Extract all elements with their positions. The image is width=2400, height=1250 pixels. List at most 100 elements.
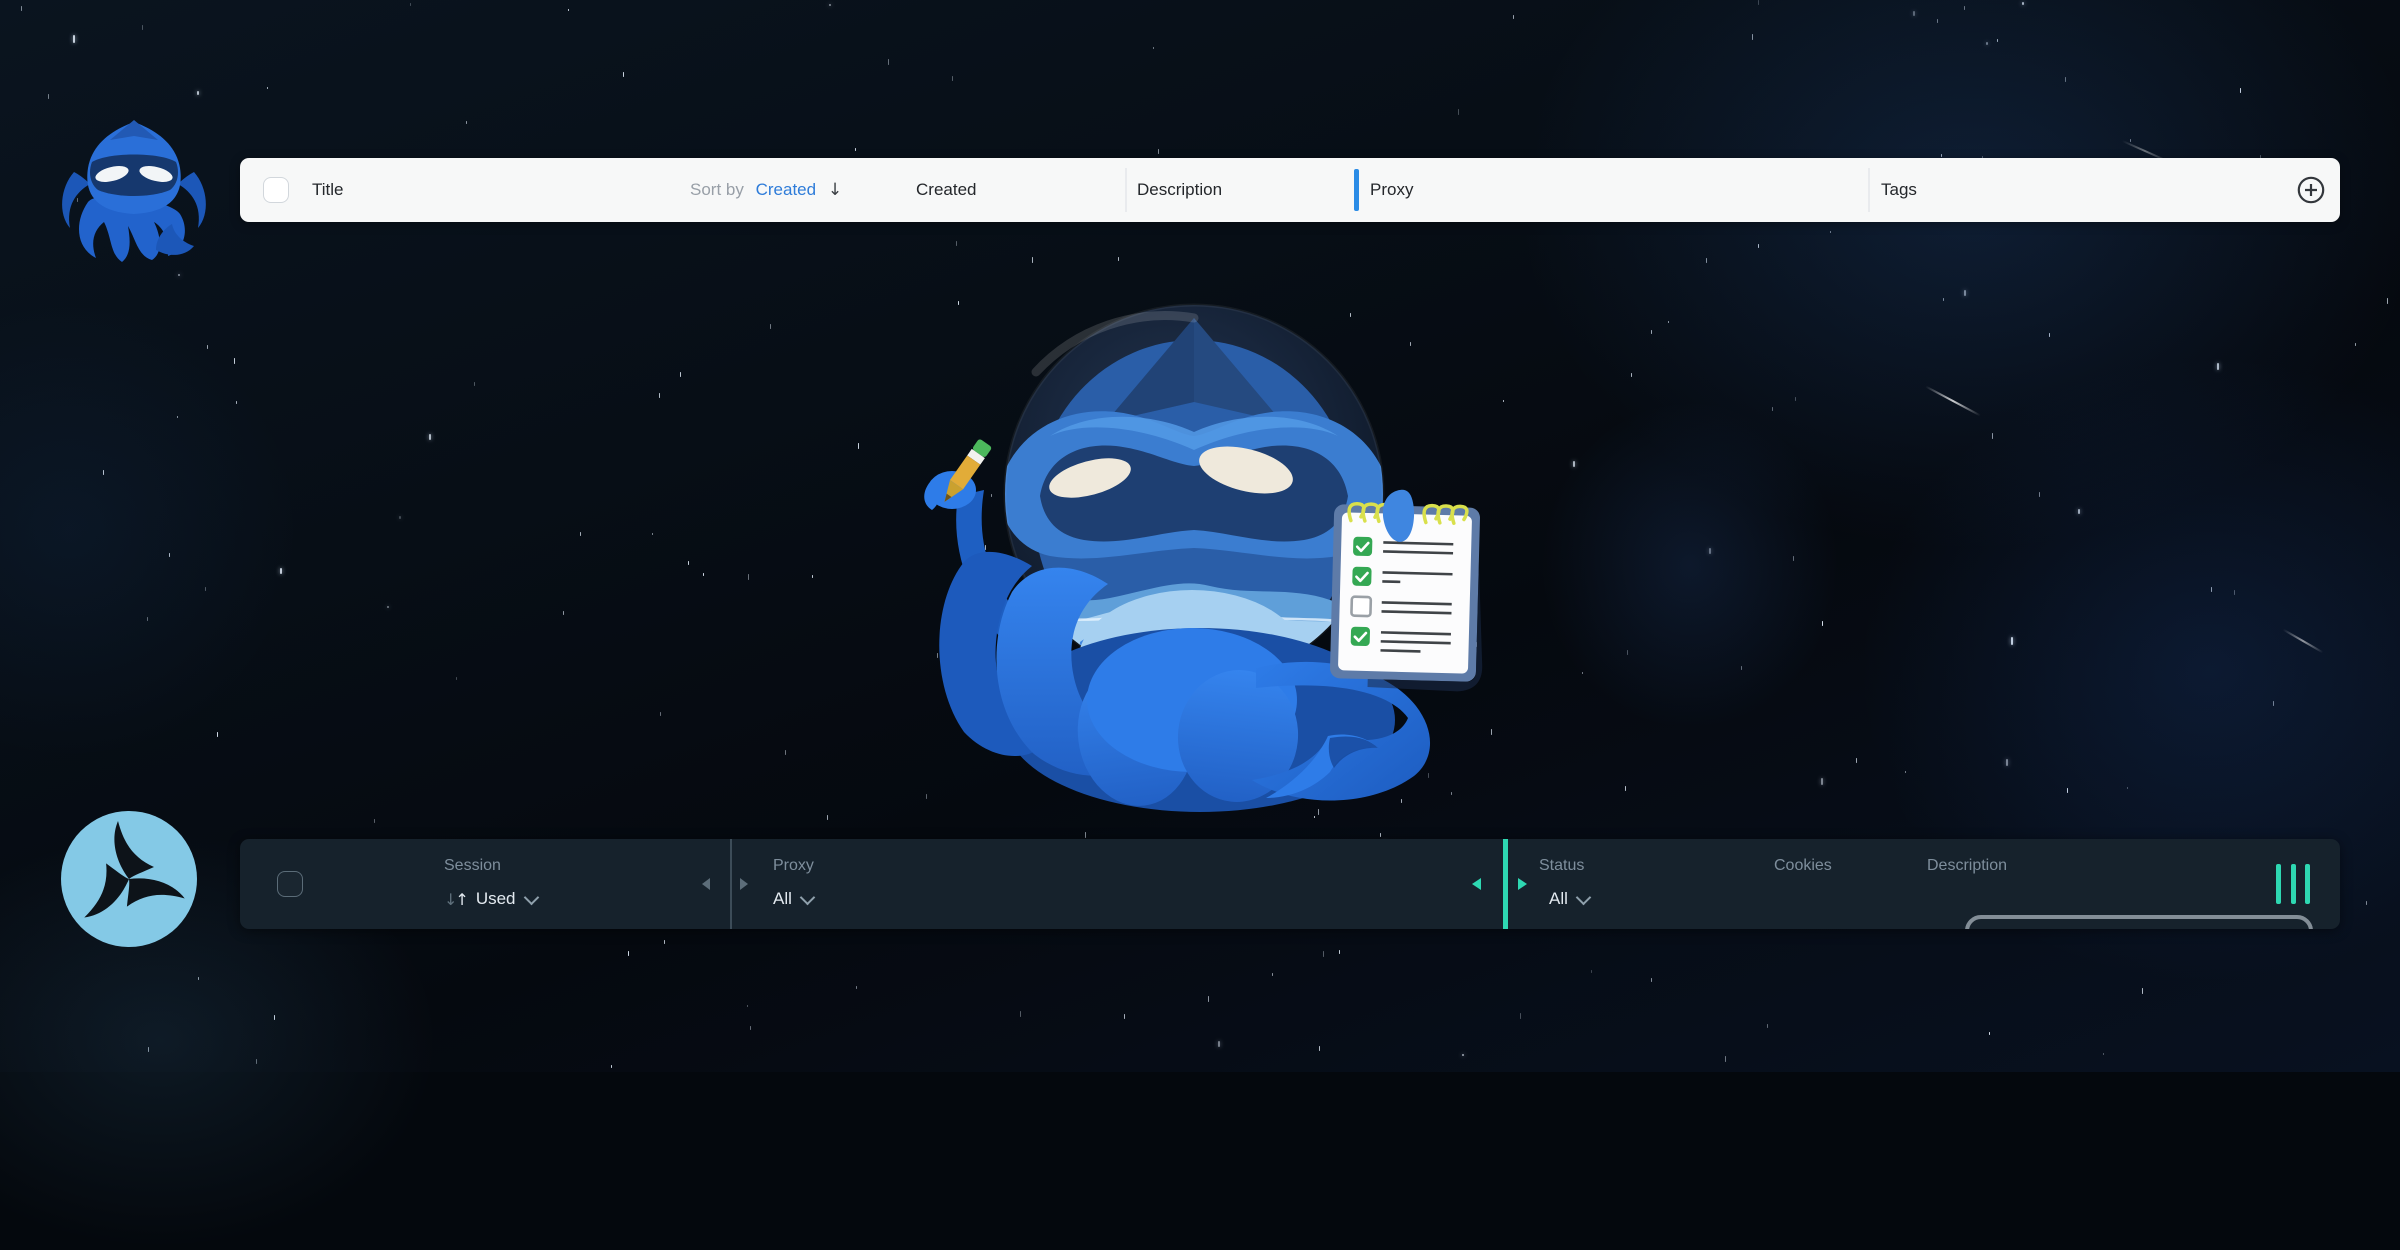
star: [750, 1026, 751, 1030]
star: [410, 3, 411, 6]
star: [1627, 650, 1628, 655]
star: [827, 815, 828, 820]
star: [2273, 701, 2274, 706]
star: [147, 617, 148, 621]
star: [1513, 15, 1514, 19]
star: [177, 416, 178, 418]
clipboard: [1329, 488, 1486, 692]
column-resize-handle[interactable]: [730, 839, 732, 929]
star: [1964, 290, 1966, 296]
session-filter-bar: Session ↓↑ Used Proxy All Status All Coo…: [240, 839, 2340, 929]
star: [628, 951, 629, 956]
column-header-title[interactable]: Title: [312, 158, 344, 222]
proxy-filter-dropdown[interactable]: All: [773, 889, 792, 909]
star: [48, 94, 49, 99]
star: [2078, 509, 2080, 514]
star: [747, 1005, 748, 1007]
sort-ascending-icon: ↑: [455, 890, 466, 909]
star: [568, 9, 569, 11]
star: [234, 358, 235, 364]
star: [659, 393, 660, 398]
star: [611, 1065, 612, 1068]
column-header-proxy[interactable]: Proxy: [1370, 158, 1413, 222]
select-all-checkbox[interactable]: [263, 177, 289, 203]
column-settings-button[interactable]: [2276, 864, 2310, 904]
proxy-column-label: Proxy: [773, 857, 814, 875]
star: [236, 401, 237, 404]
star: [1323, 951, 1324, 957]
column-insert-indicator: [1354, 169, 1359, 211]
star: [770, 324, 771, 329]
star: [688, 561, 689, 565]
star: [1772, 407, 1773, 411]
sort-by-label: Sort by: [690, 180, 744, 199]
star: [2355, 343, 2356, 346]
star: [1380, 833, 1381, 837]
star: [1795, 397, 1796, 401]
star: [1625, 786, 1626, 791]
star: [274, 1015, 275, 1020]
sort-toggle[interactable]: ↓↑: [444, 890, 467, 909]
star: [2049, 333, 2050, 337]
star: [429, 434, 431, 440]
resize-arrow-right-icon: [740, 878, 748, 890]
add-column-button[interactable]: [2297, 176, 2325, 204]
cookies-column-label: Cookies: [1774, 857, 1832, 875]
star: [2234, 590, 2235, 595]
star: [1319, 1046, 1320, 1051]
star: [703, 573, 704, 576]
select-checkbox[interactable]: [277, 871, 303, 897]
column-header-created[interactable]: Created: [916, 158, 976, 222]
star: [1758, 0, 1759, 5]
star: [198, 977, 199, 980]
star: [652, 533, 653, 535]
chevron-down-icon: [800, 889, 816, 905]
star: [1573, 461, 1575, 467]
sort-field-value[interactable]: Created: [756, 180, 816, 199]
star: [2127, 787, 2128, 789]
star: [858, 443, 859, 449]
star: [1651, 330, 1652, 334]
star: [374, 819, 375, 823]
sort-by-control[interactable]: Sort by Created ↓: [690, 158, 842, 222]
star: [1591, 970, 1592, 973]
resize-arrow-left-icon: [1472, 878, 1481, 890]
star: [1821, 778, 1823, 785]
octo-browser-background-screen: { "header": { "select_all_checked": fals…: [0, 0, 2400, 1072]
session-filter-dropdown[interactable]: Used: [476, 889, 516, 909]
resize-arrow-left-icon: [702, 878, 710, 890]
star: [1668, 321, 1669, 323]
star: [1941, 154, 1942, 157]
star: [1856, 758, 1857, 763]
star: [474, 382, 475, 386]
star: [785, 750, 786, 755]
star: [680, 372, 681, 377]
star: [2142, 988, 2143, 994]
star: [1153, 47, 1154, 49]
star: [103, 470, 104, 475]
star: [1793, 556, 1794, 561]
chevron-down-icon: [1576, 889, 1592, 905]
star: [956, 241, 957, 246]
clipped-element-outline: [1965, 915, 2313, 929]
star: [2130, 139, 2131, 142]
star: [1992, 433, 1993, 439]
star: [1218, 1041, 1220, 1047]
column-header-description[interactable]: Description: [1137, 158, 1222, 222]
sort-direction-arrow-icon[interactable]: ↓: [828, 180, 842, 200]
active-column-resize-handle[interactable]: [1503, 839, 1508, 929]
column-header-tags[interactable]: Tags: [1881, 158, 1917, 222]
star: [2067, 788, 2068, 793]
plus-icon: [2305, 184, 2317, 196]
star: [207, 345, 208, 349]
star: [1706, 258, 1707, 263]
star: [2006, 759, 2008, 766]
star: [1458, 109, 1459, 115]
star: [660, 712, 661, 716]
star: [1752, 34, 1753, 40]
star: [2387, 298, 2388, 304]
star: [197, 91, 199, 95]
star: [1462, 1054, 1464, 1056]
status-filter-dropdown[interactable]: All: [1549, 889, 1568, 909]
star: [280, 568, 282, 574]
